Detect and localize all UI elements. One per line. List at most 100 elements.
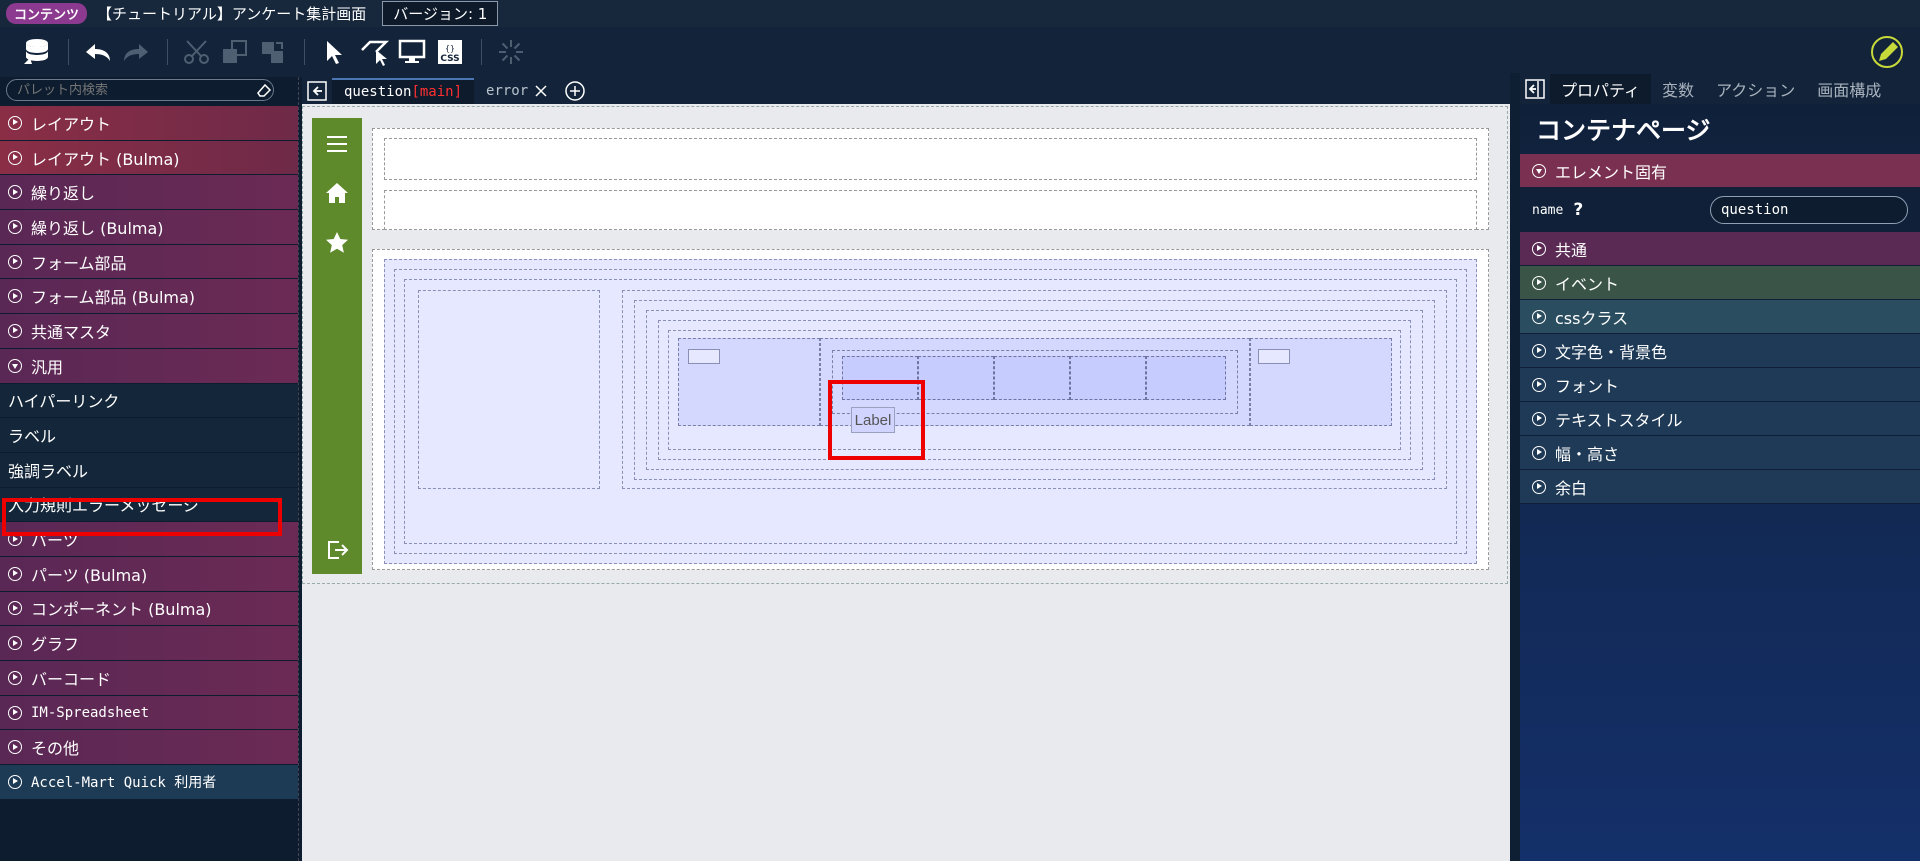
tab-screen-structure[interactable]: 画面構成 bbox=[1806, 74, 1892, 104]
tab-variables[interactable]: 変数 bbox=[1651, 74, 1705, 104]
palette-item-label[interactable]: ラベル bbox=[0, 418, 298, 453]
palette-category-label: 繰り返し (Bulma) bbox=[31, 218, 164, 238]
section-common[interactable]: 共通 bbox=[1520, 232, 1920, 266]
tab-properties[interactable]: プロパティ bbox=[1550, 74, 1652, 104]
title-bar: コンテンツ 【チュートリアル】アンケート集計画面 バージョン: 1 bbox=[0, 0, 1920, 27]
grid-cell-5[interactable] bbox=[1146, 356, 1226, 400]
version-label[interactable]: バージョン: 1 bbox=[382, 1, 499, 26]
palette-category-im-spreadsheet[interactable]: IM-Spreadsheet bbox=[0, 695, 298, 731]
collapse-panel-icon[interactable] bbox=[302, 78, 332, 104]
palette-category-label: Accel-Mart Quick 利用者 bbox=[31, 774, 217, 791]
palette-category-form-parts-bulma[interactable]: フォーム部品 (Bulma) bbox=[0, 279, 298, 315]
properties-tabs: プロパティ 変数 アクション 画面構成 bbox=[1520, 73, 1920, 104]
star-icon[interactable] bbox=[325, 231, 349, 255]
properties-splitter[interactable] bbox=[1510, 73, 1520, 861]
header-row-1[interactable] bbox=[384, 138, 1477, 180]
collapse-icon bbox=[8, 358, 22, 373]
section-width-height[interactable]: 幅・高さ bbox=[1520, 436, 1920, 470]
add-tab-icon[interactable] bbox=[560, 78, 590, 104]
palette-category-label: コンポーネント (Bulma) bbox=[31, 600, 212, 620]
placeholder-element[interactable] bbox=[1258, 349, 1290, 364]
palette-category-graph[interactable]: グラフ bbox=[0, 626, 298, 661]
logout-icon[interactable] bbox=[325, 538, 349, 562]
toolbar-separator bbox=[167, 39, 168, 65]
copy-icon[interactable] bbox=[218, 35, 252, 69]
edit-pencil-icon[interactable] bbox=[1870, 35, 1904, 69]
expand-icon bbox=[8, 740, 22, 755]
section-text-bg-color[interactable]: 文字色・背景色 bbox=[1520, 334, 1920, 368]
palette-category-general[interactable]: 汎用 bbox=[0, 348, 298, 384]
palette-category-label: グラフ bbox=[31, 635, 80, 655]
palette-item-hyperlink[interactable]: ハイパーリンク bbox=[0, 383, 298, 419]
palette-category-form-parts[interactable]: フォーム部品 bbox=[0, 244, 298, 280]
svg-text:CSS: CSS bbox=[440, 54, 459, 64]
select-pointer-icon[interactable] bbox=[317, 35, 351, 69]
palette-category-repeat[interactable]: 繰り返し bbox=[0, 175, 298, 211]
grid-cell-3[interactable] bbox=[994, 356, 1070, 400]
redo-icon[interactable] bbox=[119, 35, 153, 69]
help-icon[interactable]: ? bbox=[1573, 200, 1583, 220]
section-margin[interactable]: 余白 bbox=[1520, 470, 1920, 504]
palette-search-input[interactable] bbox=[6, 79, 274, 101]
section-label: テキストスタイル bbox=[1555, 410, 1683, 430]
css-icon[interactable]: {} CSS bbox=[433, 35, 467, 69]
screen-title: 【チュートリアル】アンケート集計画面 bbox=[97, 5, 367, 23]
palette-category-accel-mart-users[interactable]: Accel-Mart Quick 利用者 bbox=[0, 765, 298, 800]
tab-label: error bbox=[486, 83, 529, 99]
area-select-icon[interactable] bbox=[357, 35, 391, 69]
loading-spinner-icon bbox=[494, 35, 528, 69]
expand-icon bbox=[1532, 445, 1546, 460]
section-css-class[interactable]: cssクラス bbox=[1520, 300, 1920, 334]
expand-icon bbox=[8, 323, 22, 338]
hamburger-menu-icon[interactable] bbox=[325, 132, 349, 156]
tab-error[interactable]: error bbox=[474, 78, 560, 104]
palette-category-label: 共通マスタ bbox=[31, 322, 112, 342]
properties-panel: プロパティ 変数 アクション 画面構成 コンテナページ エレメント固有 name… bbox=[1520, 73, 1920, 861]
palette-item-label: 強調ラベル bbox=[8, 461, 89, 481]
expand-icon bbox=[8, 289, 22, 304]
undo-icon[interactable] bbox=[81, 35, 115, 69]
expand-icon bbox=[8, 774, 22, 789]
header-row-2[interactable] bbox=[384, 190, 1477, 230]
home-icon[interactable] bbox=[325, 181, 349, 205]
eraser-icon[interactable] bbox=[256, 82, 272, 98]
grid-cell-4[interactable] bbox=[1070, 356, 1146, 400]
palette-item-label: ハイパーリンク bbox=[8, 392, 120, 412]
expand-icon bbox=[1532, 377, 1546, 392]
placeholder-element[interactable] bbox=[688, 349, 720, 364]
palette-category-repeat-bulma[interactable]: 繰り返し (Bulma) bbox=[0, 210, 298, 245]
palette-list: レイアウト レイアウト (Bulma) 繰り返し 繰り返し (Bulma) フォ… bbox=[0, 106, 298, 800]
section-label: cssクラス bbox=[1555, 308, 1629, 328]
cut-icon[interactable] bbox=[180, 35, 214, 69]
section-font[interactable]: フォント bbox=[1520, 368, 1920, 402]
section-event[interactable]: イベント bbox=[1520, 266, 1920, 300]
palette-category-component-bulma[interactable]: コンポーネント (Bulma) bbox=[0, 591, 298, 627]
palette-category-other[interactable]: その他 bbox=[0, 730, 298, 766]
palette-category-layout-bulma[interactable]: レイアウト (Bulma) bbox=[0, 140, 298, 176]
palette-category-barcode[interactable]: バーコード bbox=[0, 661, 298, 696]
name-property-input[interactable]: question bbox=[1710, 196, 1908, 224]
collapse-icon bbox=[1532, 163, 1546, 178]
palette-item-emphasis-label[interactable]: 強調ラベル bbox=[0, 452, 298, 488]
tab-question-main[interactable]: question [main] bbox=[332, 78, 475, 104]
monitor-icon[interactable] bbox=[395, 35, 429, 69]
collapse-panel-icon[interactable] bbox=[1520, 74, 1550, 104]
design-canvas[interactable]: Label bbox=[302, 104, 1510, 861]
tab-actions[interactable]: アクション bbox=[1705, 74, 1806, 104]
close-icon[interactable] bbox=[534, 84, 548, 98]
palette-category-label: レイアウト bbox=[31, 114, 112, 134]
palette-category-layout[interactable]: レイアウト bbox=[0, 106, 298, 141]
palette-category-common-master[interactable]: 共通マスタ bbox=[0, 314, 298, 349]
section-element-specific[interactable]: エレメント固有 bbox=[1520, 154, 1920, 188]
palette-category-parts-bulma[interactable]: パーツ (Bulma) bbox=[0, 556, 298, 592]
paste-icon[interactable] bbox=[256, 35, 290, 69]
palette-category-label: バーコード bbox=[31, 669, 112, 689]
expand-icon bbox=[8, 185, 22, 200]
left-column-box[interactable] bbox=[418, 290, 600, 489]
palette-category-label: フォーム部品 bbox=[31, 253, 127, 273]
properties-title: コンテナページ bbox=[1536, 116, 1711, 145]
grid-cell-2[interactable] bbox=[918, 356, 994, 400]
section-text-style[interactable]: テキストスタイル bbox=[1520, 402, 1920, 436]
database-icon[interactable] bbox=[20, 35, 54, 69]
name-property-label: name bbox=[1532, 202, 1564, 218]
